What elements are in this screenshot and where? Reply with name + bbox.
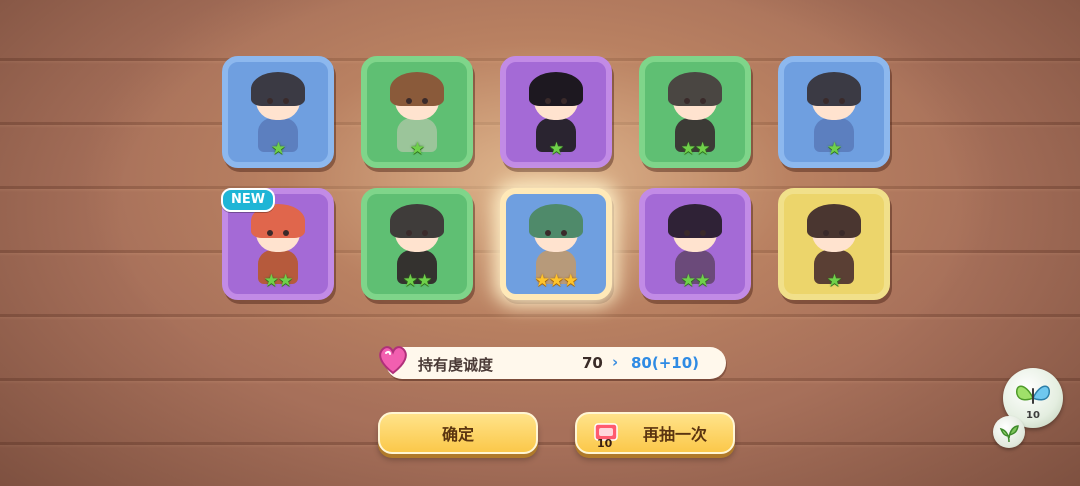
character-hair [390, 204, 444, 238]
character-eye [561, 230, 567, 236]
devotion-new-value: 80(+10) [631, 354, 700, 372]
character-hair [668, 204, 722, 238]
character-hair [251, 72, 305, 106]
devotion-old-value: 70 [582, 354, 603, 372]
star-rating: ★ [784, 141, 884, 158]
character-card[interactable]: ★★ [361, 188, 473, 300]
star-icon: ★ [278, 271, 293, 291]
character-card[interactable]: ★★★ [500, 188, 612, 300]
star-icon: ★ [534, 271, 550, 291]
character-eye [545, 98, 551, 104]
star-icon: ★ [680, 139, 696, 159]
character-card[interactable]: ★ [361, 56, 473, 168]
character-eye [422, 98, 428, 104]
character-hair [529, 72, 583, 106]
redraw-button[interactable]: 10 再抽一次 [575, 412, 735, 454]
character-card[interactable]: ★ [778, 56, 890, 168]
devotion-arrow: › [612, 353, 619, 371]
character-hair [390, 72, 444, 106]
star-icon: ★ [695, 139, 710, 159]
character-card[interactable]: ★★ [639, 188, 751, 300]
character-eye [283, 230, 289, 236]
character-card[interactable]: ★★ [639, 56, 751, 168]
character-hair [529, 204, 583, 238]
star-icon: ★ [270, 139, 286, 159]
star-icon: ★ [409, 139, 425, 159]
star-icon: ★ [417, 271, 432, 291]
character-card[interactable]: ★ [778, 188, 890, 300]
star-rating: ★ [784, 273, 884, 290]
character-eye [283, 98, 289, 104]
character-eye [406, 230, 412, 236]
star-icon: ★ [826, 271, 842, 291]
star-rating: ★ [228, 141, 328, 158]
character-eye [684, 98, 690, 104]
character-eye [839, 230, 845, 236]
star-rating: ★★★ [506, 273, 606, 290]
star-rating: ★★ [228, 273, 328, 290]
character-hair [807, 72, 861, 106]
star-rating: ★ [367, 141, 467, 158]
character-hair [807, 204, 861, 238]
character-eye [422, 230, 428, 236]
devotion-bar: 持有虔诚度 70 › 80(+10) [386, 347, 726, 379]
star-icon: ★ [563, 271, 578, 291]
character-eye [839, 98, 845, 104]
star-rating: ★★ [645, 273, 745, 290]
character-eye [545, 230, 551, 236]
character-eye [684, 230, 690, 236]
sprout-badge[interactable] [993, 416, 1025, 448]
character-card[interactable]: ★ [500, 56, 612, 168]
star-icon: ★ [548, 271, 564, 291]
star-rating: ★★ [645, 141, 745, 158]
star-rating: ★★ [367, 273, 467, 290]
redraw-label: 再抽一次 [643, 425, 708, 444]
confirm-button[interactable]: 确定 [378, 412, 538, 454]
character-card[interactable]: ★ [222, 56, 334, 168]
character-eye [700, 98, 706, 104]
character-eye [561, 98, 567, 104]
star-rating: ★ [506, 141, 606, 158]
character-eye [267, 98, 273, 104]
gacha-results-grid: ★ ★ ★ ★★ ★ ★★ ★★ ★★★ ★★ ★ [222, 56, 892, 306]
star-icon: ★ [263, 271, 279, 291]
character-eye [406, 98, 412, 104]
star-icon: ★ [826, 139, 842, 159]
sprout-icon [999, 425, 1019, 443]
character-eye [267, 230, 273, 236]
character-hair [668, 72, 722, 106]
ticket-count: 10 [597, 437, 613, 450]
character-eye [823, 98, 829, 104]
character-eye [700, 230, 706, 236]
star-icon: ★ [695, 271, 710, 291]
star-icon: ★ [402, 271, 418, 291]
heart-gem-icon [379, 346, 407, 375]
new-badge: NEW [221, 188, 275, 212]
devotion-label: 持有虔诚度 [418, 356, 494, 374]
star-icon: ★ [548, 139, 564, 159]
character-eye [823, 230, 829, 236]
star-icon: ★ [680, 271, 696, 291]
